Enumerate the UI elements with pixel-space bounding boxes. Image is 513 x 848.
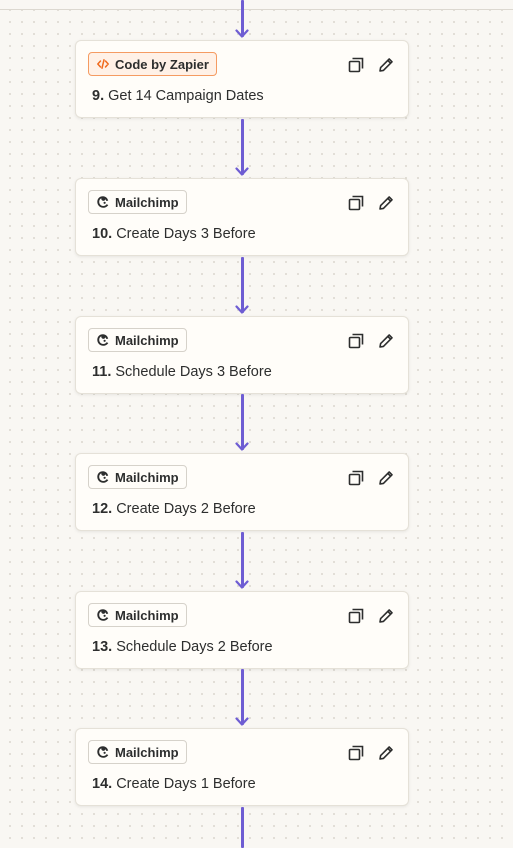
step-name: Schedule Days 3 Before xyxy=(115,364,272,380)
app-name: Code by Zapier xyxy=(115,56,209,72)
step-card[interactable]: Mailchimp 10. Create Days 3 Before xyxy=(75,178,409,256)
step-name: Schedule Days 2 Before xyxy=(116,639,273,655)
step-title: 9. Get 14 Campaign Dates xyxy=(92,88,264,104)
app-name: Mailchimp xyxy=(115,744,179,760)
app-name: Mailchimp xyxy=(115,332,179,348)
step-title: 11. Schedule Days 3 Before xyxy=(92,364,272,380)
connector-arrowhead xyxy=(235,29,249,38)
step-connector-line xyxy=(241,807,244,848)
step-number: 9. xyxy=(92,88,105,104)
step-title: 13. Schedule Days 2 Before xyxy=(92,639,273,655)
code-icon xyxy=(96,57,110,71)
step-card[interactable]: Mailchimp 12. Create Days 2 Before xyxy=(75,453,409,531)
app-badge: Mailchimp xyxy=(88,328,187,352)
step-name: Create Days 2 Before xyxy=(116,501,256,517)
connector-arrowhead xyxy=(235,717,249,726)
step-title: 14. Create Days 1 Before xyxy=(92,776,256,792)
duplicate-icon[interactable] xyxy=(347,607,365,625)
duplicate-icon[interactable] xyxy=(347,744,365,762)
duplicate-icon[interactable] xyxy=(347,469,365,487)
connector-arrowhead xyxy=(235,167,249,176)
duplicate-icon[interactable] xyxy=(347,332,365,350)
step-number: 14. xyxy=(92,776,113,792)
step-card[interactable]: Mailchimp 14. Create Days 1 Before xyxy=(75,728,409,806)
connector-arrowhead xyxy=(235,305,249,314)
mailchimp-icon xyxy=(96,333,110,347)
step-number: 10. xyxy=(92,226,113,242)
mailchimp-icon xyxy=(96,195,110,209)
step-name: Create Days 3 Before xyxy=(116,226,256,242)
canvas-top-border xyxy=(0,0,513,10)
app-name: Mailchimp xyxy=(115,607,179,623)
app-badge: Mailchimp xyxy=(88,190,187,214)
connector-arrowhead xyxy=(235,580,249,589)
mailchimp-icon xyxy=(96,745,110,759)
connector-arrowhead xyxy=(235,442,249,451)
app-badge: Mailchimp xyxy=(88,740,187,764)
pencil-icon[interactable] xyxy=(377,607,395,625)
duplicate-icon[interactable] xyxy=(347,194,365,212)
step-number: 11. xyxy=(92,364,112,380)
app-badge: Code by Zapier xyxy=(88,52,217,76)
app-badge: Mailchimp xyxy=(88,465,187,489)
step-title: 12. Create Days 2 Before xyxy=(92,501,256,517)
step-title: 10. Create Days 3 Before xyxy=(92,226,256,242)
step-card[interactable]: Mailchimp 13. Schedule Days 2 Before xyxy=(75,591,409,669)
pencil-icon[interactable] xyxy=(377,56,395,74)
mailchimp-icon xyxy=(96,470,110,484)
step-name: Get 14 Campaign Dates xyxy=(108,88,264,104)
app-badge: Mailchimp xyxy=(88,603,187,627)
step-card[interactable]: Mailchimp 11. Schedule Days 3 Before xyxy=(75,316,409,394)
pencil-icon[interactable] xyxy=(377,469,395,487)
step-card[interactable]: Code by Zapier 9. Get 14 Campaign Dates xyxy=(75,40,409,118)
step-name: Create Days 1 Before xyxy=(116,776,256,792)
mailchimp-icon xyxy=(96,608,110,622)
pencil-icon[interactable] xyxy=(377,194,395,212)
duplicate-icon[interactable] xyxy=(347,56,365,74)
app-name: Mailchimp xyxy=(115,469,179,485)
pencil-icon[interactable] xyxy=(377,744,395,762)
app-name: Mailchimp xyxy=(115,194,179,210)
pencil-icon[interactable] xyxy=(377,332,395,350)
step-number: 13. xyxy=(92,639,113,655)
step-number: 12. xyxy=(92,501,113,517)
